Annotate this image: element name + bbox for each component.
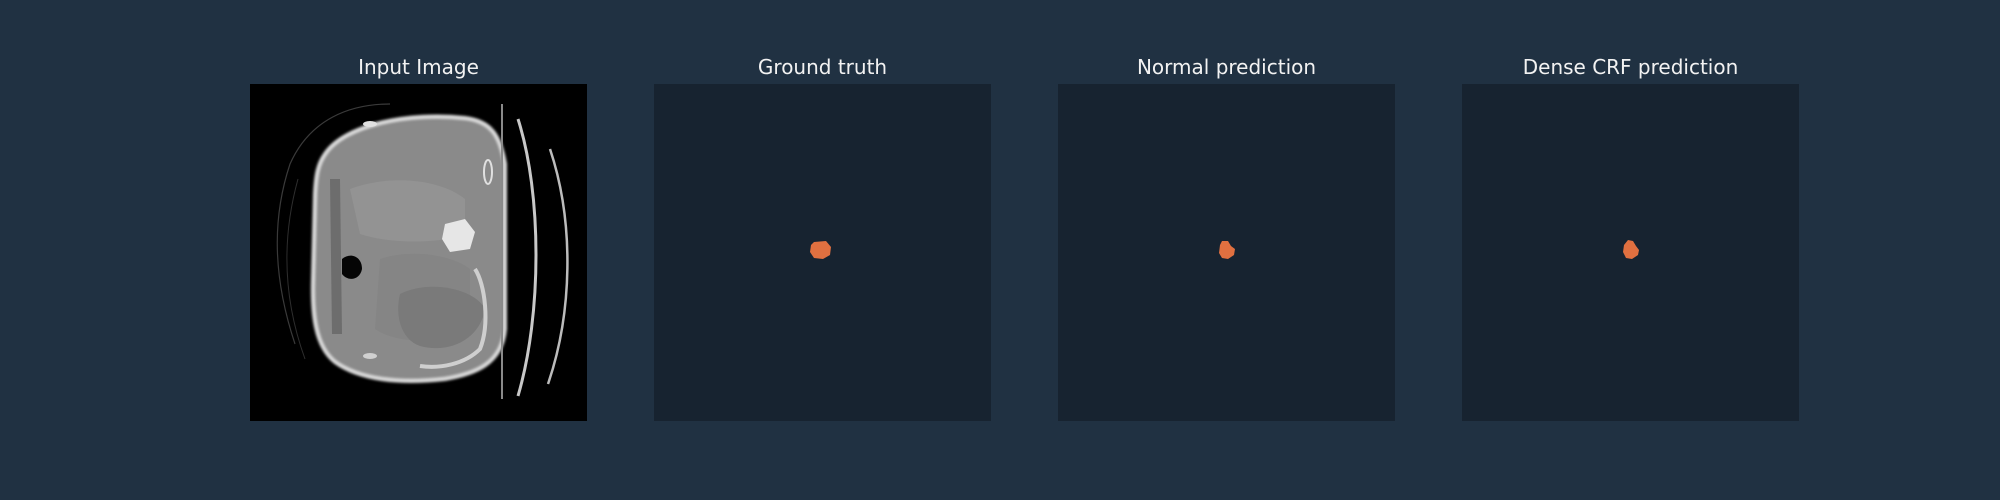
normal-prediction-mask xyxy=(1058,84,1395,421)
mask-graphic xyxy=(1462,84,1799,421)
dense-crf-prediction-mask xyxy=(1462,84,1799,421)
panel-ground-truth: Ground truth xyxy=(654,0,991,500)
mask-graphic xyxy=(1058,84,1395,421)
ground-truth-mask xyxy=(654,84,991,421)
panel-input-image: Input Image xyxy=(250,0,587,500)
panel-title: Normal prediction xyxy=(1136,55,1317,79)
panel-title: Dense CRF prediction xyxy=(1522,55,1739,79)
ct-image xyxy=(250,84,587,421)
mask-graphic xyxy=(654,84,991,421)
panel-title: Ground truth xyxy=(757,55,888,79)
panel-normal-prediction: Normal prediction xyxy=(1058,0,1395,500)
panel-title: Input Image xyxy=(358,55,479,79)
ct-scan-graphic xyxy=(250,84,587,421)
panel-dense-crf-prediction: Dense CRF prediction xyxy=(1462,0,1799,500)
